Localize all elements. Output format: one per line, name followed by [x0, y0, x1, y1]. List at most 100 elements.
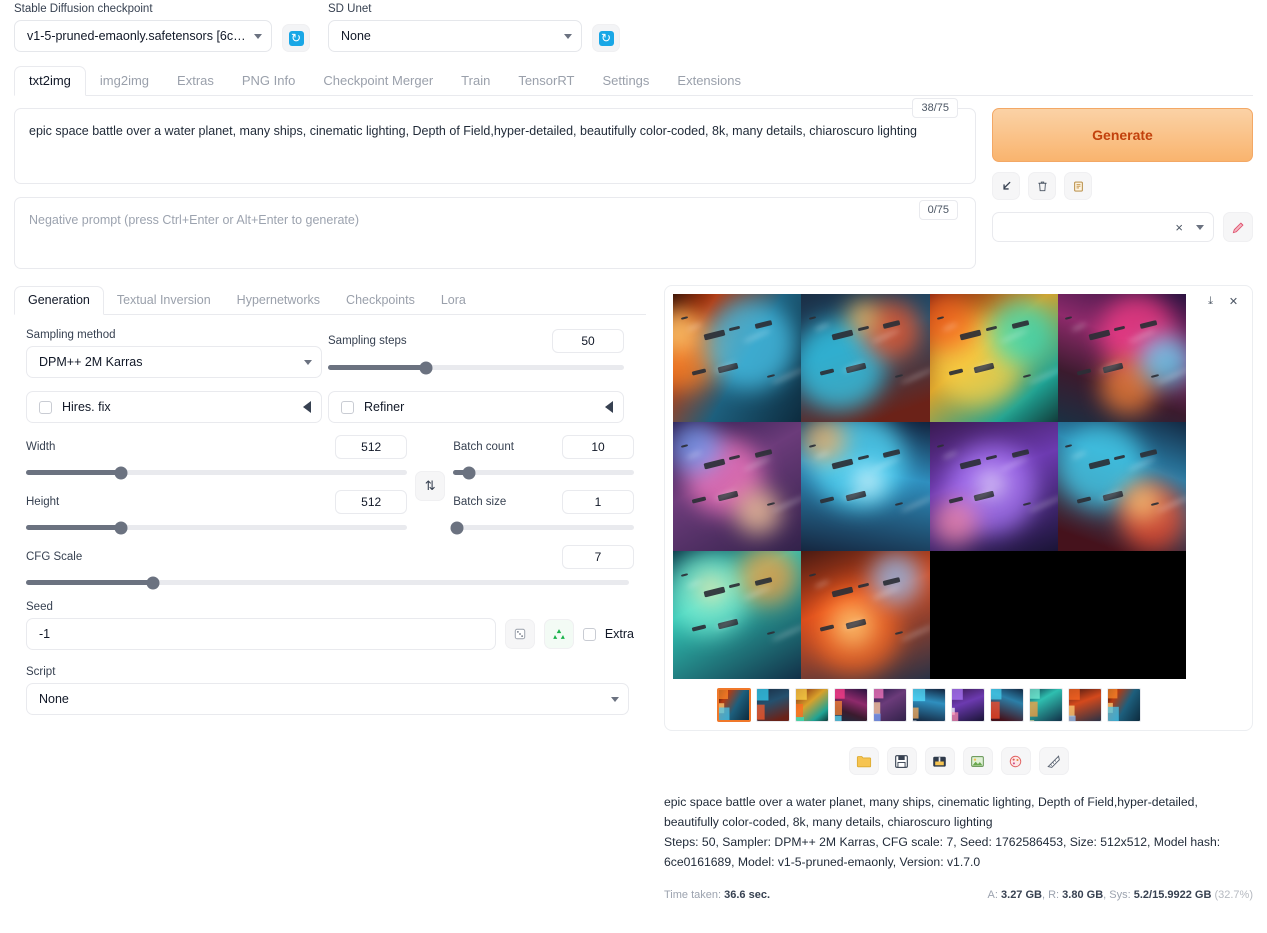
width-slider[interactable] [26, 466, 408, 479]
generated-image-cell[interactable] [929, 422, 1058, 551]
subtab-hypernetworks[interactable]: Hypernetworks [224, 287, 333, 314]
sampling-steps-input[interactable]: 50 [552, 329, 624, 353]
tab-tensorrt[interactable]: TensorRT [504, 67, 588, 95]
generated-image-cell[interactable] [1057, 550, 1186, 679]
swap-dimensions-button[interactable]: ⇅ [415, 471, 446, 501]
send-to-img2img-button[interactable] [962, 747, 993, 775]
checkpoint-value: v1-5-pruned-emaonly.safetensors [6ce0161… [27, 29, 248, 43]
generate-button[interactable]: Generate [992, 108, 1253, 162]
tab-png-info[interactable]: PNG Info [228, 67, 309, 95]
download-image-button[interactable]: ⤓ [1202, 293, 1219, 310]
tab-checkpoint-merger[interactable]: Checkpoint Merger [309, 67, 447, 95]
apply-style-button[interactable] [1064, 172, 1092, 200]
gallery-thumbnail[interactable] [1029, 688, 1063, 722]
generated-image-cell[interactable] [801, 550, 930, 679]
generated-image-cell[interactable] [1057, 422, 1186, 551]
gallery-thumbnail[interactable] [990, 688, 1024, 722]
gallery-thumbnail[interactable] [834, 688, 868, 722]
close-gallery-button[interactable]: ✕ [1225, 293, 1242, 310]
positive-prompt-input[interactable]: epic space battle over a water planet, m… [14, 108, 976, 184]
refresh-unet-button[interactable] [592, 24, 620, 52]
gallery-thumbnail[interactable] [951, 688, 985, 722]
width-input[interactable]: 512 [335, 435, 408, 459]
generated-image-cell[interactable] [801, 294, 930, 423]
generated-image-grid[interactable] [673, 294, 1186, 679]
status-bar: Time taken: 36.6 sec. A: 3.27 GB, R: 3.8… [664, 889, 1253, 901]
tab-extensions[interactable]: Extensions [663, 67, 755, 95]
sampling-steps-slider[interactable] [328, 361, 624, 374]
seed-input[interactable]: -1 [26, 618, 496, 650]
clear-styles-icon[interactable]: × [1175, 220, 1183, 235]
cfg-input[interactable]: 7 [562, 545, 634, 569]
restore-progress-button[interactable] [992, 172, 1020, 200]
gallery-thumbnail[interactable] [873, 688, 907, 722]
slider-knob[interactable] [114, 466, 128, 479]
cfg-label: CFG Scale [26, 551, 83, 563]
generated-image-cell[interactable] [801, 422, 930, 551]
slider-knob[interactable] [419, 361, 433, 374]
tab-settings[interactable]: Settings [588, 67, 663, 95]
arrow-down-left-icon [1002, 181, 1010, 190]
recycle-seed-button[interactable] [543, 619, 574, 649]
generated-image-cell[interactable] [673, 294, 802, 423]
extra-seed-checkbox[interactable] [582, 627, 596, 641]
batch-size-input[interactable]: 1 [562, 490, 634, 514]
sd-unet-select[interactable]: None [328, 20, 582, 52]
gallery-thumbnail-strip[interactable] [673, 688, 1244, 722]
height-slider[interactable] [26, 521, 408, 534]
collapse-arrow-icon[interactable] [303, 401, 311, 413]
slider-knob[interactable] [450, 521, 464, 534]
script-select[interactable]: None [26, 683, 629, 715]
checkpoint-select[interactable]: v1-5-pruned-emaonly.safetensors [6ce0161… [14, 20, 272, 52]
batch-column: Batch count 10 Batch size 1 [450, 435, 634, 534]
clear-prompt-button[interactable] [1028, 172, 1056, 200]
cfg-slider[interactable] [26, 576, 629, 589]
tab-txt2img[interactable]: txt2img [14, 66, 86, 96]
artwork-ship [1076, 368, 1092, 376]
artwork-glow [874, 689, 884, 699]
hires-fix-accordion[interactable]: Hires. fix [26, 391, 322, 423]
send-to-extras-button[interactable] [1038, 747, 1069, 775]
refresh-checkpoint-button[interactable] [282, 24, 310, 52]
generated-image-cell[interactable] [673, 422, 802, 551]
collapse-arrow-icon[interactable] [605, 401, 613, 413]
batch-count-input[interactable]: 10 [562, 435, 634, 459]
slider-knob[interactable] [146, 576, 160, 589]
generated-image-cell[interactable] [929, 550, 1058, 679]
slider-fill [26, 470, 122, 475]
open-folder-button[interactable] [848, 747, 879, 775]
tab-extras[interactable]: Extras [163, 67, 228, 95]
gallery-thumbnail[interactable] [912, 688, 946, 722]
height-input[interactable]: 512 [335, 490, 408, 514]
sampling-method-select[interactable]: DPM++ 2M Karras [26, 346, 322, 378]
styles-select[interactable]: × [992, 212, 1214, 242]
gallery-thumbnail[interactable] [756, 688, 790, 722]
save-zip-button[interactable] [924, 747, 955, 775]
save-button[interactable] [886, 747, 917, 775]
subtab-checkpoints[interactable]: Checkpoints [333, 287, 428, 314]
slider-knob[interactable] [462, 466, 476, 479]
send-to-inpaint-button[interactable] [1000, 747, 1031, 775]
refiner-checkbox[interactable] [341, 400, 354, 414]
gallery-thumbnail[interactable] [717, 688, 751, 722]
generated-image-cell[interactable] [673, 550, 802, 679]
edit-styles-button[interactable] [1223, 212, 1253, 242]
subtab-textual-inversion[interactable]: Textual Inversion [104, 287, 224, 314]
hires-fix-checkbox[interactable] [39, 400, 52, 414]
batch-count-slider[interactable] [453, 466, 634, 479]
dimensions-column: Width 512 Height 512 [26, 435, 408, 534]
generated-image-cell[interactable] [1057, 294, 1186, 423]
subtab-generation[interactable]: Generation [14, 286, 104, 315]
subtab-lora[interactable]: Lora [428, 287, 479, 314]
tab-train[interactable]: Train [447, 67, 504, 95]
gallery-thumbnail[interactable] [795, 688, 829, 722]
gallery-thumbnail[interactable] [1068, 688, 1102, 722]
slider-knob[interactable] [114, 521, 128, 534]
random-seed-button[interactable] [504, 619, 535, 649]
gallery-thumbnail[interactable] [1107, 688, 1141, 722]
negative-prompt-input[interactable]: Negative prompt (press Ctrl+Enter or Alt… [14, 197, 976, 269]
generated-image-cell[interactable] [929, 294, 1058, 423]
tab-img2img[interactable]: img2img [86, 67, 163, 95]
batch-size-slider[interactable] [450, 521, 634, 534]
refiner-accordion[interactable]: Refiner [328, 391, 624, 423]
